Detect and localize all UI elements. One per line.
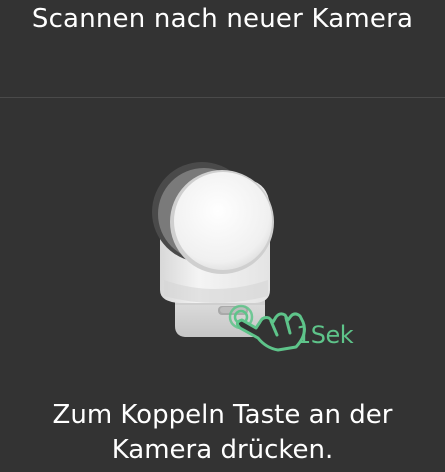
header-bar: Scannen nach neuer Kamera (0, 0, 445, 98)
page-title: Scannen nach neuer Kamera (31, 4, 414, 34)
hold-duration-label: 1Sek (296, 321, 354, 349)
camera-head (170, 170, 274, 274)
pairing-instruction: Zum Koppeln Taste an der Kamera drücken. (52, 400, 393, 465)
